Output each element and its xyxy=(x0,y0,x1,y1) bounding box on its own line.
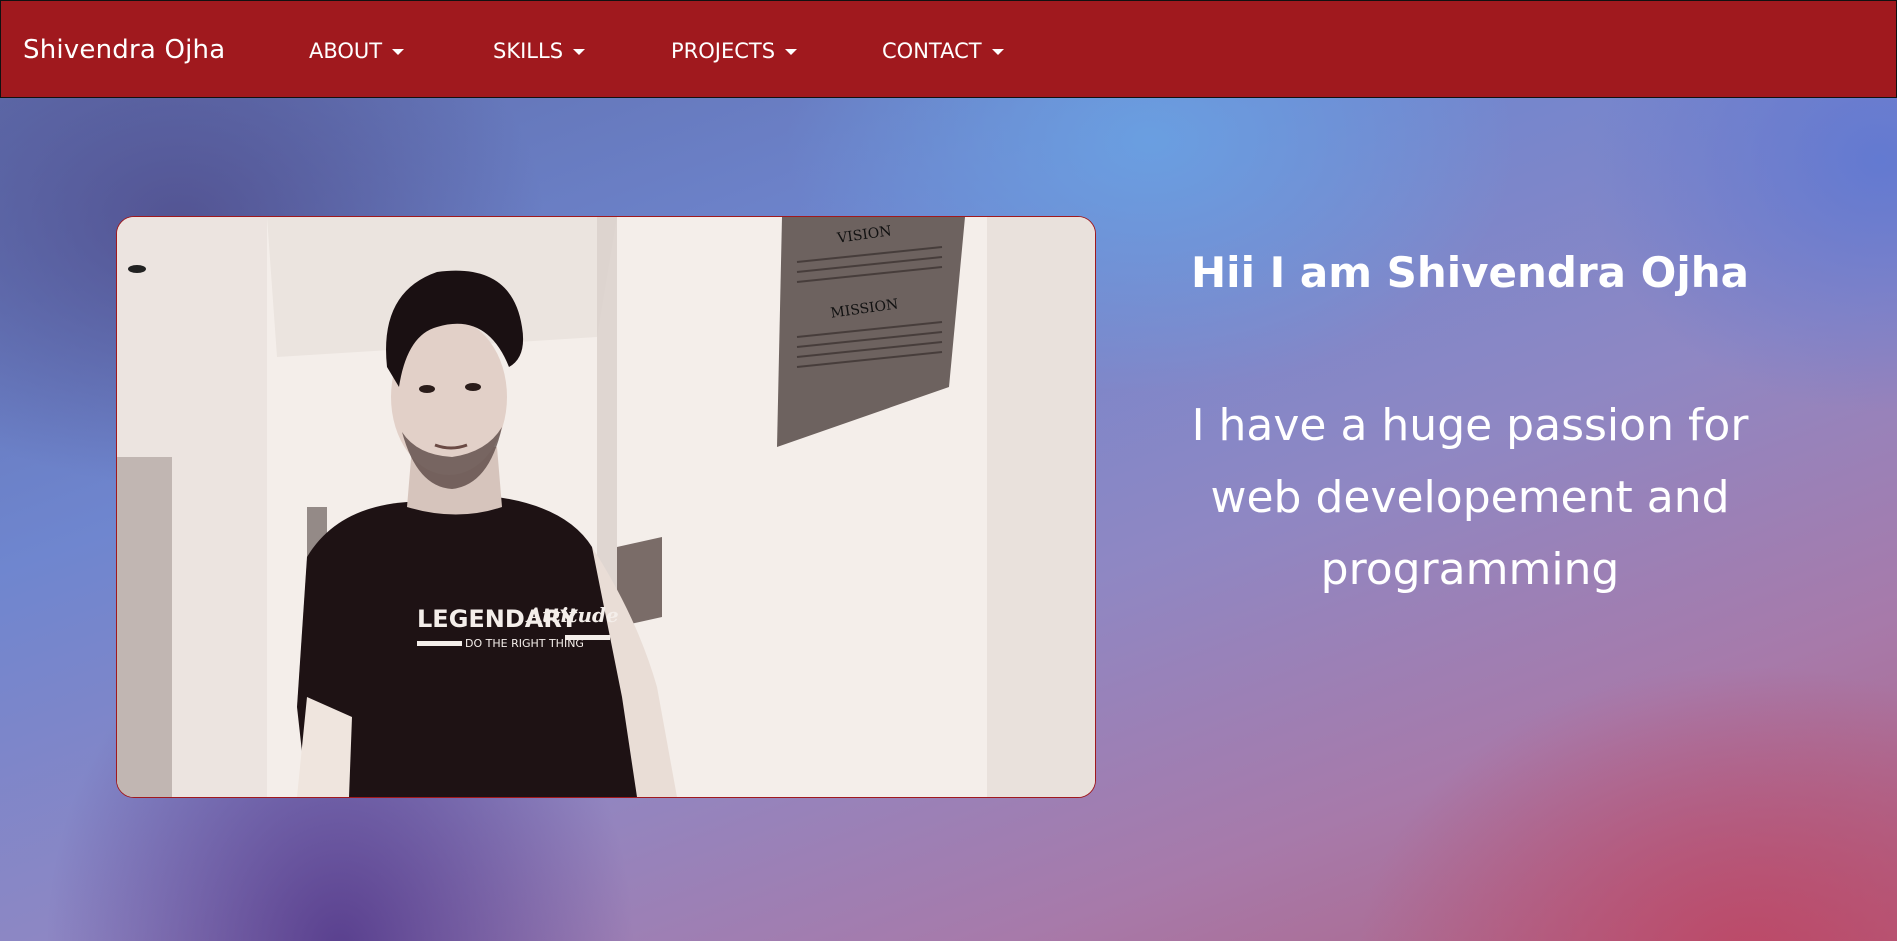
hero-title: Hii I am Shivendra Ojha xyxy=(1191,248,1749,297)
caret-down-icon xyxy=(785,48,798,55)
nav-item-label: PROJECTS xyxy=(671,39,776,63)
nav-item-contact[interactable]: CONTACT xyxy=(882,39,1004,63)
nav-item-projects[interactable]: PROJECTS xyxy=(671,39,798,63)
nav-item-label: SKILLS xyxy=(493,39,564,63)
nav-item-skills[interactable]: SKILLS xyxy=(493,39,586,63)
shirt-text-attitude: Attitude xyxy=(525,603,619,627)
nav-item-about[interactable]: ABOUT xyxy=(309,39,405,63)
nav-item-label: CONTACT xyxy=(882,39,982,63)
profile-photo: VISION MISSION LEGENDARY Attitude DO THE… xyxy=(116,216,1096,798)
hero-subtitle: I have a huge passion for web developeme… xyxy=(1191,400,1749,595)
nav-item-label: ABOUT xyxy=(309,39,383,63)
top-navbar: Shivendra Ojha ABOUT SKILLS PROJECTS CON… xyxy=(0,0,1897,98)
caret-down-icon xyxy=(392,48,405,55)
caret-down-icon xyxy=(991,48,1004,55)
brand-link[interactable]: Shivendra Ojha xyxy=(23,35,225,65)
shirt-text-motto: DO THE RIGHT THING xyxy=(465,637,584,650)
caret-down-icon xyxy=(573,48,586,55)
